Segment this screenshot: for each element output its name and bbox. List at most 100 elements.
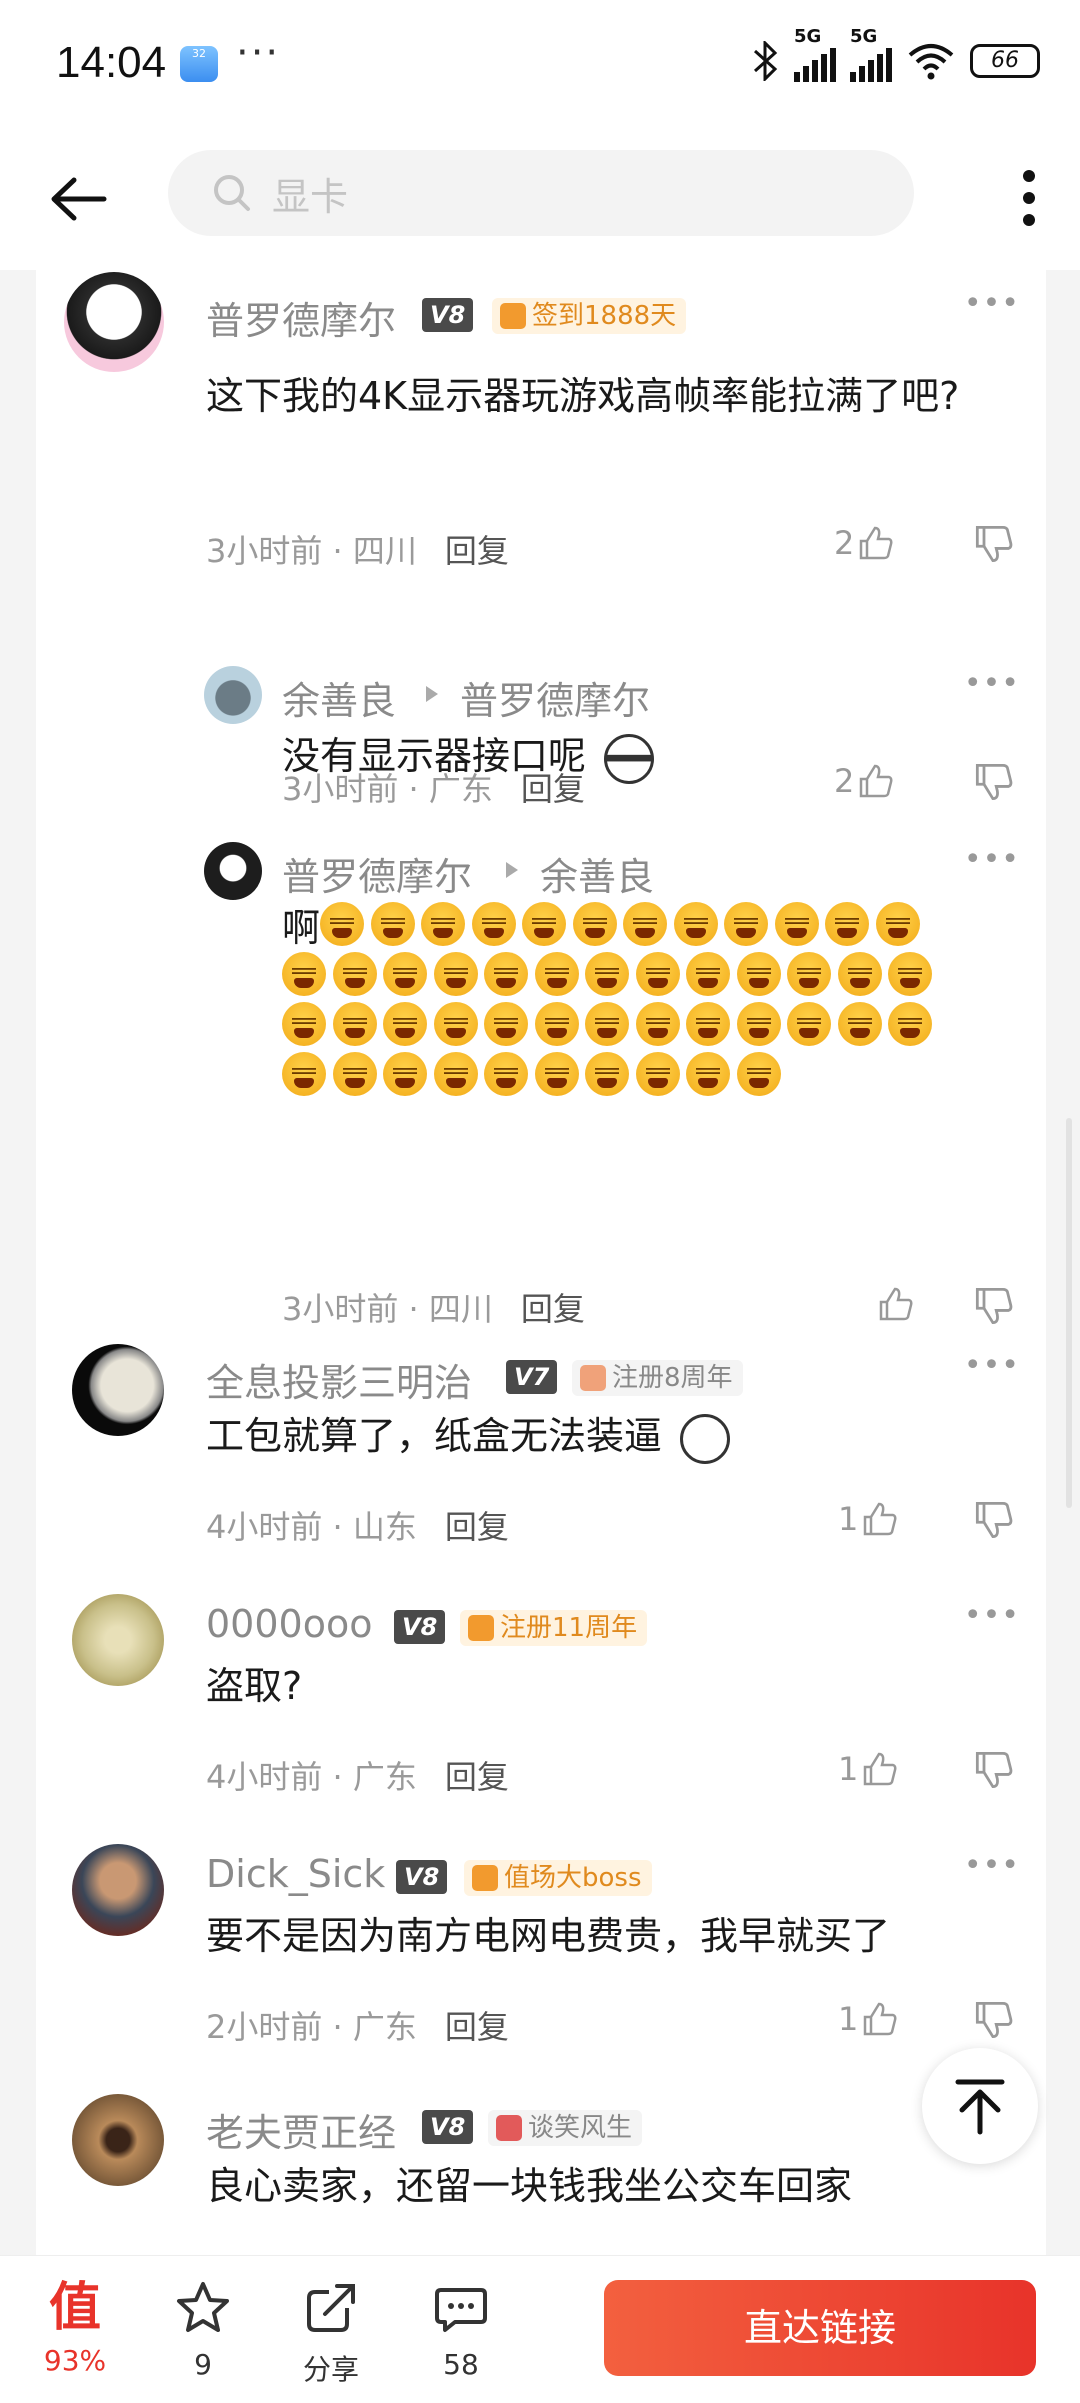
comment-text: 啊 (282, 898, 320, 958)
like-button[interactable]: 1 (838, 1500, 898, 1538)
cake-icon (468, 1615, 494, 1641)
scrollbar[interactable] (1066, 1118, 1072, 1508)
avatar[interactable] (72, 1594, 164, 1686)
level-badge: V8 (422, 2110, 474, 2144)
search-input[interactable]: 显卡 (168, 150, 914, 236)
level-badge: V8 (394, 1610, 446, 1644)
tired-face-emoji-icon (433, 1002, 478, 1046)
reply-meta-row: 3小时前 · 广东 回复 2 (36, 762, 1046, 830)
tired-face-emoji-icon (635, 952, 680, 996)
username[interactable]: Dick_Sick (206, 1852, 385, 1896)
tired-face-emoji-icon (282, 1002, 326, 1046)
tired-face-emoji-icon (484, 1052, 528, 1096)
tired-face-emoji-icon (383, 1002, 427, 1046)
tired-face-emoji-icon (635, 1052, 680, 1096)
thumbs-down-icon[interactable] (974, 1500, 1014, 1540)
comment-more-icon[interactable]: ••• (964, 842, 1020, 877)
comment-text: 要不是因为南方电网电费贵，我早就买了 (206, 1914, 891, 1958)
favorite-button[interactable]: 9 (158, 2278, 248, 2381)
thumbs-down-icon[interactable] (974, 524, 1014, 564)
thumbs-up-icon (860, 764, 893, 798)
reply-button[interactable]: 回复 (521, 770, 585, 808)
thumbs-down-icon[interactable] (974, 2000, 1014, 2040)
status-time: 14:04 (56, 38, 167, 87)
like-button[interactable]: 2 (834, 524, 894, 562)
reply-item: 普罗德摩尔 余善良 ••• 啊 3小时前 · 四川 回复 (36, 830, 1046, 1350)
tired-face-emoji-icon (534, 1002, 579, 1046)
user-tag: 注册11周年 (460, 1610, 648, 1646)
thumbs-down-icon[interactable] (974, 1286, 1014, 1326)
comment-more-icon[interactable]: ••• (964, 666, 1020, 701)
tired-face-emoji-icon (837, 952, 882, 996)
username[interactable]: 普罗德摩尔 (282, 846, 472, 901)
share-button[interactable]: 分享 (286, 2278, 376, 2388)
network-type-1: 5G (794, 26, 822, 47)
reply-button[interactable]: 回复 (445, 1758, 509, 1796)
comment-list: 普罗德摩尔 V8 签到1888天 ••• 这下我的4K显示器玩游戏高帧率能拉满了… (36, 270, 1046, 2255)
bottom-action-bar: 值 93% 9 分享 58 直达链接 (0, 2255, 1080, 2403)
thumbs-up-icon (860, 526, 893, 560)
username[interactable]: 余善良 (282, 670, 396, 725)
level-badge: V7 (506, 1360, 558, 1394)
comment-time: 4小时前 (206, 1758, 323, 1796)
comment-more-icon[interactable]: ••• (964, 286, 1020, 321)
back-arrow-icon[interactable] (44, 164, 114, 234)
reply-button[interactable]: 回复 (521, 1290, 585, 1328)
comment-more-icon[interactable]: ••• (964, 1848, 1020, 1883)
more-menu-icon[interactable] (1014, 158, 1044, 238)
like-button[interactable]: 2 (834, 762, 894, 800)
thumbs-up-icon[interactable] (878, 1286, 914, 1322)
comment-button[interactable]: 58 (416, 2278, 506, 2381)
tired-face-emoji-icon (888, 1002, 932, 1046)
tag-text: 值场大boss (504, 1863, 642, 1893)
comment-more-icon[interactable]: ••• (964, 1598, 1020, 1633)
tired-face-emoji-icon (736, 1002, 781, 1046)
tired-face-emoji-icon (686, 1002, 730, 1046)
reply-to-user[interactable]: 余善良 (540, 846, 654, 901)
search-icon (214, 175, 250, 211)
comment-meta: 3小时前 · 四川 回复 (282, 1284, 585, 1330)
thumbs-down-icon[interactable] (974, 762, 1014, 802)
bluetooth-icon (753, 41, 778, 81)
tired-face-emoji-icon (433, 952, 478, 996)
tired-face-emoji-icon (888, 952, 932, 996)
share-label: 分享 (302, 2353, 359, 2386)
reply-button[interactable]: 回复 (445, 532, 509, 570)
thumbs-down-icon[interactable] (974, 1750, 1014, 1790)
avatar[interactable] (204, 842, 262, 900)
avatar[interactable] (64, 272, 164, 372)
username[interactable]: 普罗德摩尔 (206, 290, 396, 345)
avatar[interactable] (72, 1344, 164, 1436)
thumbs-up-icon (864, 2002, 897, 2036)
tired-face-emoji-icon (332, 952, 377, 996)
avatar[interactable] (72, 1844, 164, 1936)
username[interactable]: 0000ooo (206, 1602, 372, 1646)
avatar[interactable] (72, 2094, 164, 2186)
comment-text: 工包就算了，纸盒无法装逼 (206, 1396, 731, 1476)
comment-meta: 3小时前 · 广东 回复 (282, 764, 585, 810)
user-tag: 值场大boss (464, 1860, 652, 1896)
tag-text: 注册8周年 (612, 1363, 733, 1393)
tired-face-emoji-icon (736, 952, 781, 996)
tired-face-emoji-icon (282, 952, 326, 996)
like-count: 2 (834, 524, 855, 562)
meta-separator: · (322, 2008, 353, 2046)
like-button[interactable]: 1 (838, 2000, 898, 2038)
tired-face-emoji-icon (686, 1052, 730, 1096)
reply-button[interactable]: 回复 (445, 2008, 509, 2046)
reply-button[interactable]: 回复 (445, 1508, 509, 1546)
comment-meta: 4小时前 · 山东 回复 (206, 1502, 509, 1548)
tired-face-emoji-icon (332, 1002, 377, 1046)
like-count: 1 (838, 1500, 859, 1538)
tired-face-emoji-icon (471, 902, 516, 946)
comment-more-icon[interactable]: ••• (964, 1348, 1020, 1383)
avatar[interactable] (204, 666, 262, 724)
like-button[interactable]: 1 (838, 1750, 898, 1788)
direct-link-button[interactable]: 直达链接 (604, 2280, 1036, 2376)
worth-button[interactable]: 值 93% (30, 2278, 120, 2377)
back-to-top-button[interactable] (922, 2048, 1038, 2164)
reply-to-user[interactable]: 普罗德摩尔 (460, 670, 650, 725)
user-tag: 谈笑风生 (488, 2110, 643, 2146)
comment-time: 2小时前 (206, 2008, 323, 2046)
cake-icon (580, 1365, 606, 1391)
